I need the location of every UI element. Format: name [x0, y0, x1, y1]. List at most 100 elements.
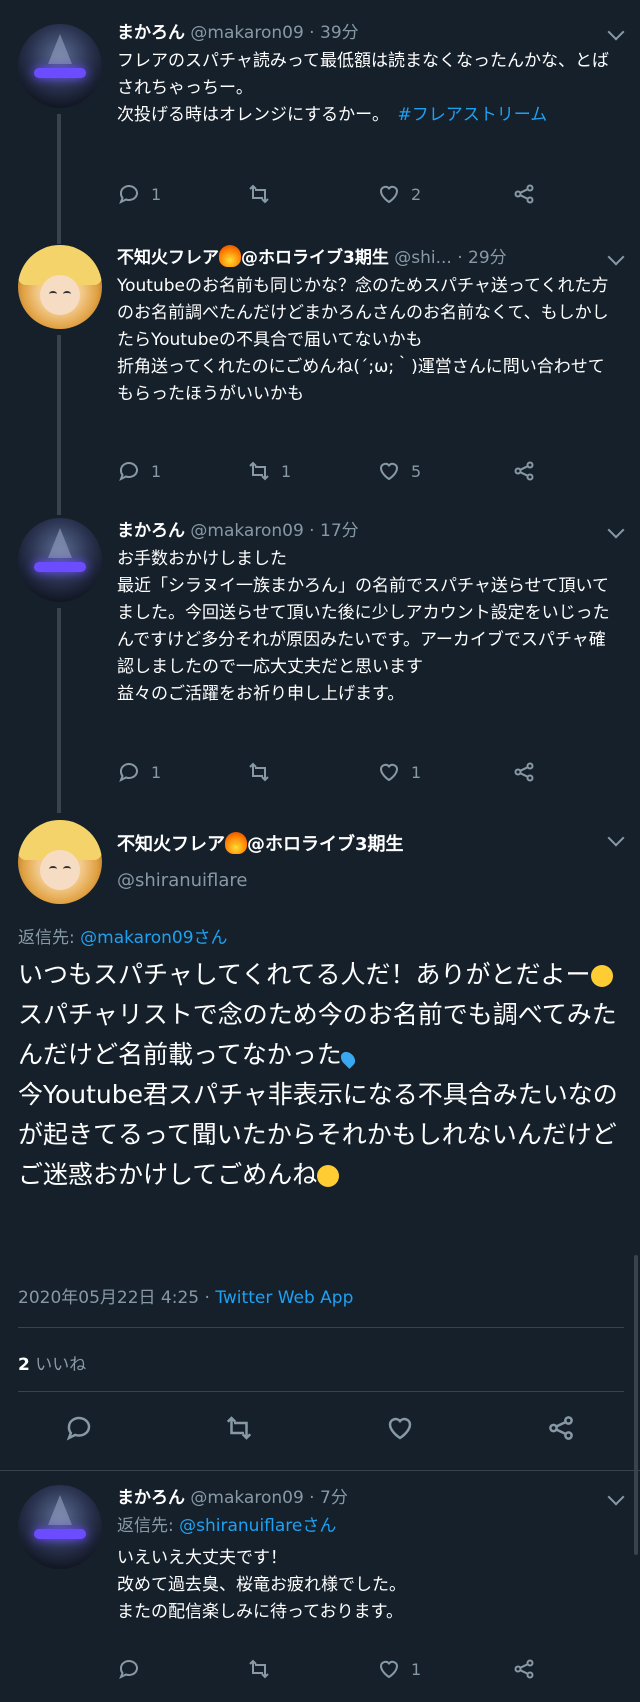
user-handle[interactable]: @makaron09 — [190, 23, 303, 43]
chevron-down-icon[interactable] — [607, 829, 625, 847]
tweet-timestamp: 2020年05月22日 4:25 · Twitter Web App — [18, 1288, 354, 1308]
tweet-header: まかろん @makaron09 · 39分 — [117, 23, 359, 43]
like-button[interactable]: 1 — [377, 1655, 421, 1683]
thread-line — [57, 335, 61, 515]
likes-count-row[interactable]: 2 いいね — [18, 1350, 86, 1375]
tweet-text: いえいえ大丈夫です！ 改めて過去臭、桜竜お疲れ様でした。 またの配信楽しみに待っ… — [117, 1548, 406, 1622]
share-button[interactable] — [512, 1655, 536, 1683]
display-name[interactable]: 不知火フレア @ホロライブ3期生 — [117, 245, 389, 268]
source-app-link[interactable]: Twitter Web App — [215, 1288, 353, 1308]
tweet-header: まかろん @makaron09 · 7分 — [117, 1488, 348, 1508]
chevron-down-icon[interactable] — [607, 248, 625, 266]
like-icon — [379, 763, 399, 782]
chevron-down-icon[interactable] — [607, 521, 625, 539]
like-icon — [379, 185, 399, 204]
reply-icon — [119, 763, 138, 783]
tweet-time[interactable]: 17分 — [320, 521, 359, 541]
chevron-down-icon[interactable] — [607, 1488, 625, 1506]
like-icon — [379, 462, 399, 481]
tweet-flare-1[interactable]: 不知火フレア @ホロライブ3期生 @shi... · 29分 Youtubeのお名… — [0, 245, 640, 515]
scrollbar[interactable] — [634, 1255, 638, 1555]
display-name[interactable]: まかろん — [117, 23, 185, 43]
avatar-flare[interactable] — [18, 245, 102, 329]
display-name[interactable]: まかろん — [117, 521, 185, 541]
retweet-icon — [249, 762, 269, 782]
tweet-time[interactable]: 39分 — [320, 23, 359, 43]
share-icon — [514, 1659, 534, 1679]
like-button[interactable]: 2 — [377, 180, 421, 208]
retweet-button[interactable]: 1 — [247, 457, 291, 485]
retweet-icon — [249, 184, 269, 204]
thread-line — [57, 608, 61, 813]
tweet-makaron-2[interactable]: まかろん @makaron09 · 17分 お手数おかけしました 最近「シラヌイ… — [0, 518, 640, 813]
reply-count: 1 — [151, 762, 162, 782]
retweet-icon — [226, 1416, 252, 1440]
reply-button[interactable] — [64, 1414, 94, 1442]
retweet-button[interactable] — [247, 180, 281, 208]
tweet-actions: 1 — [117, 1655, 600, 1683]
reply-icon — [119, 1660, 138, 1680]
thread-line — [57, 114, 61, 244]
reply-button[interactable] — [117, 1655, 151, 1683]
reply-icon — [66, 1416, 91, 1441]
reply-to-link[interactable]: @shiranuiflareさん — [179, 1516, 336, 1536]
like-count: 5 — [411, 461, 422, 481]
avatar-flare[interactable] — [18, 820, 102, 904]
reply-button[interactable]: 1 — [117, 180, 161, 208]
share-button[interactable] — [546, 1414, 576, 1442]
tweet-actions — [0, 1414, 640, 1446]
like-button[interactable]: 1 — [377, 758, 421, 786]
like-icon — [388, 1417, 412, 1440]
reply-button[interactable]: 1 — [117, 457, 161, 485]
tweet-makaron-reply[interactable]: まかろん @makaron09 · 7分 返信先: @shiranuiflare… — [0, 1485, 640, 1695]
reply-count: 1 — [151, 461, 162, 481]
retweet-count: 1 — [281, 461, 292, 481]
reply-context: 返信先: @shiranuiflareさん — [117, 1516, 337, 1536]
like-button[interactable] — [385, 1414, 415, 1442]
like-icon — [379, 1660, 399, 1679]
divider — [18, 1327, 624, 1328]
sweat-drops-emoji — [342, 1039, 364, 1061]
share-icon — [514, 184, 534, 204]
tweet-makaron-1[interactable]: まかろん @makaron09 · 39分 フレアのスパチャ読みって最低額は読ま… — [0, 20, 640, 244]
retweet-button[interactable] — [247, 758, 281, 786]
display-name[interactable]: まかろん — [117, 1488, 185, 1508]
reply-icon — [119, 185, 138, 205]
eyeroll-emoji — [590, 965, 613, 987]
retweet-button[interactable] — [247, 1655, 281, 1683]
share-button[interactable] — [512, 180, 536, 208]
avatar-makaron[interactable] — [18, 518, 102, 602]
share-button[interactable] — [512, 758, 536, 786]
like-count: 1 — [411, 1659, 422, 1679]
user-handle[interactable]: @shi... — [394, 248, 452, 268]
tweet-header: まかろん @makaron09 · 17分 — [117, 521, 359, 541]
tweet-actions: 1 1 — [117, 758, 600, 786]
reply-to-link[interactable]: @makaron09さん — [80, 928, 227, 948]
like-count: 2 — [411, 184, 422, 204]
tweet-text: Youtubeのお名前も同じかな？念のためスパチャ送ってくれた方のお名前調べたん… — [117, 276, 609, 404]
avatar-makaron[interactable] — [18, 1485, 102, 1569]
share-button[interactable] — [512, 457, 536, 485]
chevron-down-icon[interactable] — [607, 23, 625, 41]
user-handle[interactable]: @makaron09 — [190, 521, 303, 541]
reply-button[interactable]: 1 — [117, 758, 161, 786]
reply-count: 1 — [151, 184, 162, 204]
tweet-actions: 1 2 — [117, 180, 600, 208]
display-name[interactable]: 不知火フレア @ホロライブ3期生 — [117, 830, 404, 856]
user-handle[interactable]: @makaron09 — [190, 1488, 303, 1508]
reply-context: 返信先: @makaron09さん — [18, 928, 228, 948]
user-handle[interactable]: @shiranuiflare — [117, 870, 247, 891]
like-button[interactable]: 5 — [377, 457, 421, 485]
tweet-time[interactable]: 29分 — [468, 248, 507, 268]
crying-emoji — [317, 1165, 340, 1187]
share-icon — [549, 1416, 573, 1440]
likes-number: 2 — [18, 1355, 30, 1375]
retweet-button[interactable] — [224, 1414, 254, 1442]
divider — [18, 1391, 624, 1392]
share-icon — [514, 461, 534, 481]
retweet-icon — [249, 461, 269, 481]
avatar-makaron[interactable] — [18, 24, 102, 108]
hashtag-link[interactable]: #フレアストリーム — [398, 105, 548, 125]
tweet-time[interactable]: 7分 — [320, 1488, 348, 1508]
fire-emoji — [219, 245, 241, 267]
